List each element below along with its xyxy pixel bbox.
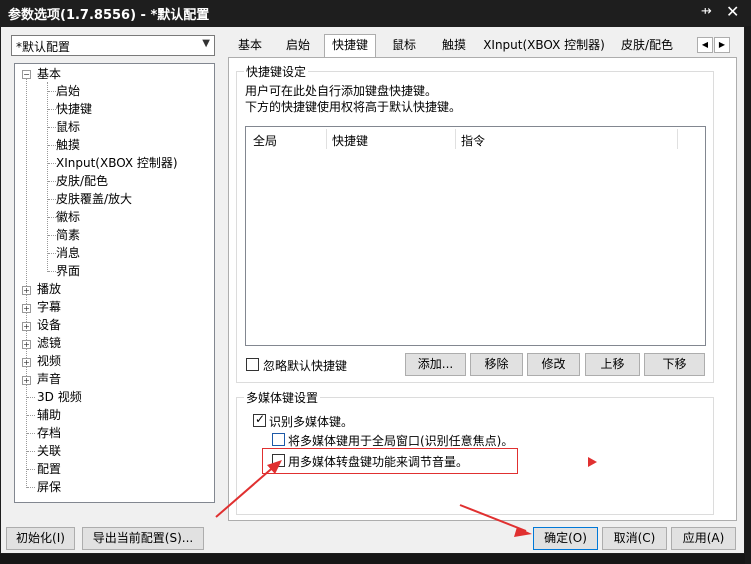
recognize-media-label: 识别多媒体键。 [269, 415, 354, 429]
expand-icon[interactable]: + [22, 286, 31, 295]
recognize-media-checkbox[interactable] [253, 412, 266, 427]
tree-item-archive[interactable]: 存档 [37, 424, 61, 442]
ok-button[interactable]: 确定(O) [533, 527, 598, 550]
tree-item-association[interactable]: 关联 [37, 442, 61, 460]
tree-item-touch[interactable]: 触摸 [56, 136, 80, 154]
tab-skin[interactable]: 皮肤/配色 [614, 35, 680, 57]
tree-connector [48, 181, 56, 182]
tree-connector [48, 235, 56, 236]
tree-item-messages[interactable]: 消息 [56, 244, 80, 262]
settings-tree[interactable]: − 基本 启始 快捷键 鼠标 触摸 XInput(XBOX 控制器) 皮肤/配色… [14, 63, 215, 503]
tree-connector [48, 163, 56, 164]
expand-icon[interactable]: + [22, 322, 31, 331]
tree-item-video[interactable]: 视频 [37, 352, 61, 370]
background-strip-right [745, 26, 751, 564]
tab-scroll-right-icon[interactable]: ▶ [714, 37, 730, 53]
export-config-button[interactable]: 导出当前配置(S)... [82, 527, 204, 550]
reset-button[interactable]: 初始化(I) [6, 527, 75, 550]
tree-connector [48, 145, 56, 146]
column-header-global[interactable]: 全局 [253, 132, 277, 149]
tree-connector [48, 253, 56, 254]
tree-connector [27, 487, 35, 488]
tree-connector [27, 469, 35, 470]
tree-connector [27, 397, 35, 398]
tree-item-simple[interactable]: 简素 [56, 226, 80, 244]
tree-connector [48, 199, 56, 200]
hotkey-desc-2: 下方的快捷键使用权将高于默认快捷键。 [245, 100, 462, 114]
tree-connector [27, 415, 35, 416]
hotkey-desc-1: 用户可在此处自行添加键盘快捷键。 [245, 84, 438, 98]
remove-button[interactable]: 移除 [470, 353, 523, 376]
annotation-highlight-box [262, 448, 518, 474]
tab-touch[interactable]: 触摸 [432, 35, 476, 57]
tree-connector [48, 109, 56, 110]
expand-icon[interactable]: + [22, 376, 31, 385]
ignore-default-checkbox[interactable] [246, 358, 259, 371]
tree-item-xinput[interactable]: XInput(XBOX 控制器) [56, 154, 178, 172]
tree-item-basic[interactable]: 基本 [37, 65, 61, 83]
tree-item-playback[interactable]: 播放 [37, 280, 61, 298]
add-button[interactable]: 添加... [405, 353, 466, 376]
column-divider [326, 129, 327, 149]
tree-item-audio[interactable]: 声音 [37, 370, 61, 388]
tree-connector [27, 451, 35, 452]
pin-icon[interactable]: ⇸ [701, 4, 712, 19]
cancel-button[interactable]: 取消(C) [602, 527, 667, 550]
tree-item-screensaver[interactable]: 屏保 [37, 478, 61, 496]
profile-select-value: *默认配置 [16, 40, 71, 54]
tab-startup[interactable]: 启始 [276, 35, 320, 57]
column-divider [677, 129, 678, 149]
collapse-icon[interactable]: − [22, 70, 31, 79]
expand-icon[interactable]: + [22, 358, 31, 367]
tree-item-skin-overlay[interactable]: 皮肤覆盖/放大 [56, 190, 132, 208]
move-up-button[interactable]: 上移 [585, 353, 640, 376]
column-header-command[interactable]: 指令 [461, 132, 485, 149]
background-strip-bottom [0, 554, 745, 564]
tree-connector [48, 217, 56, 218]
tab-basic[interactable]: 基本 [228, 35, 272, 57]
column-header-hotkey[interactable]: 快捷键 [332, 132, 368, 149]
tree-connector [48, 271, 56, 272]
tab-xinput[interactable]: XInput(XBOX 控制器) [480, 35, 608, 57]
move-down-button[interactable]: 下移 [644, 353, 705, 376]
ignore-default-label: 忽略默认快捷键 [263, 359, 348, 373]
tree-item-mouse[interactable]: 鼠标 [56, 118, 80, 136]
tree-item-skin[interactable]: 皮肤/配色 [56, 172, 108, 190]
apply-button[interactable]: 应用(A) [671, 527, 736, 550]
tree-connector [26, 78, 27, 488]
tree-item-subtitles[interactable]: 字幕 [37, 298, 61, 316]
tree-item-config[interactable]: 配置 [37, 460, 61, 478]
close-icon[interactable]: ✕ [726, 2, 739, 21]
tree-item-startup[interactable]: 启始 [56, 82, 80, 100]
tree-connector [48, 127, 56, 128]
tree-connector [48, 91, 56, 92]
tab-hotkeys[interactable]: 快捷键 [324, 34, 376, 58]
global-window-label: 将多媒体键用于全局窗口(识别任意焦点)。 [288, 434, 514, 448]
tab-scroll-left-icon[interactable]: ◀ [697, 37, 713, 53]
profile-select[interactable]: *默认配置 ▼ [11, 35, 215, 56]
tab-mouse[interactable]: 鼠标 [382, 35, 426, 57]
tree-item-filters[interactable]: 滤镜 [37, 334, 61, 352]
modify-button[interactable]: 修改 [527, 353, 580, 376]
tree-item-logo[interactable]: 徽标 [56, 208, 80, 226]
hotkey-group-title: 快捷键设定 [244, 63, 309, 80]
tree-item-interface[interactable]: 界面 [56, 262, 80, 280]
tree-item-3d-video[interactable]: 3D 视频 [37, 388, 82, 406]
hotkey-list[interactable]: 全局 快捷键 指令 [245, 126, 706, 346]
tree-item-assist[interactable]: 辅助 [37, 406, 61, 424]
tree-connector [47, 82, 48, 272]
expand-icon[interactable]: + [22, 304, 31, 313]
expand-icon[interactable]: + [22, 340, 31, 349]
tab-bar: 基本 启始 快捷键 鼠标 触摸 XInput(XBOX 控制器) 皮肤/配色 ◀… [228, 34, 736, 58]
global-window-checkbox[interactable] [272, 433, 285, 446]
media-group-title: 多媒体键设置 [244, 389, 321, 406]
tree-connector [27, 433, 35, 434]
tree-item-devices[interactable]: 设备 [37, 316, 61, 334]
window-title: 参数选项(1.7.8556) - *默认配置 [8, 8, 210, 23]
title-bar: 参数选项(1.7.8556) - *默认配置 ⇸ ✕ [0, 0, 751, 26]
tree-item-hotkeys[interactable]: 快捷键 [56, 100, 92, 118]
chevron-down-icon: ▼ [202, 38, 210, 49]
annotation-triangle-icon [588, 457, 597, 467]
column-divider [455, 129, 456, 149]
